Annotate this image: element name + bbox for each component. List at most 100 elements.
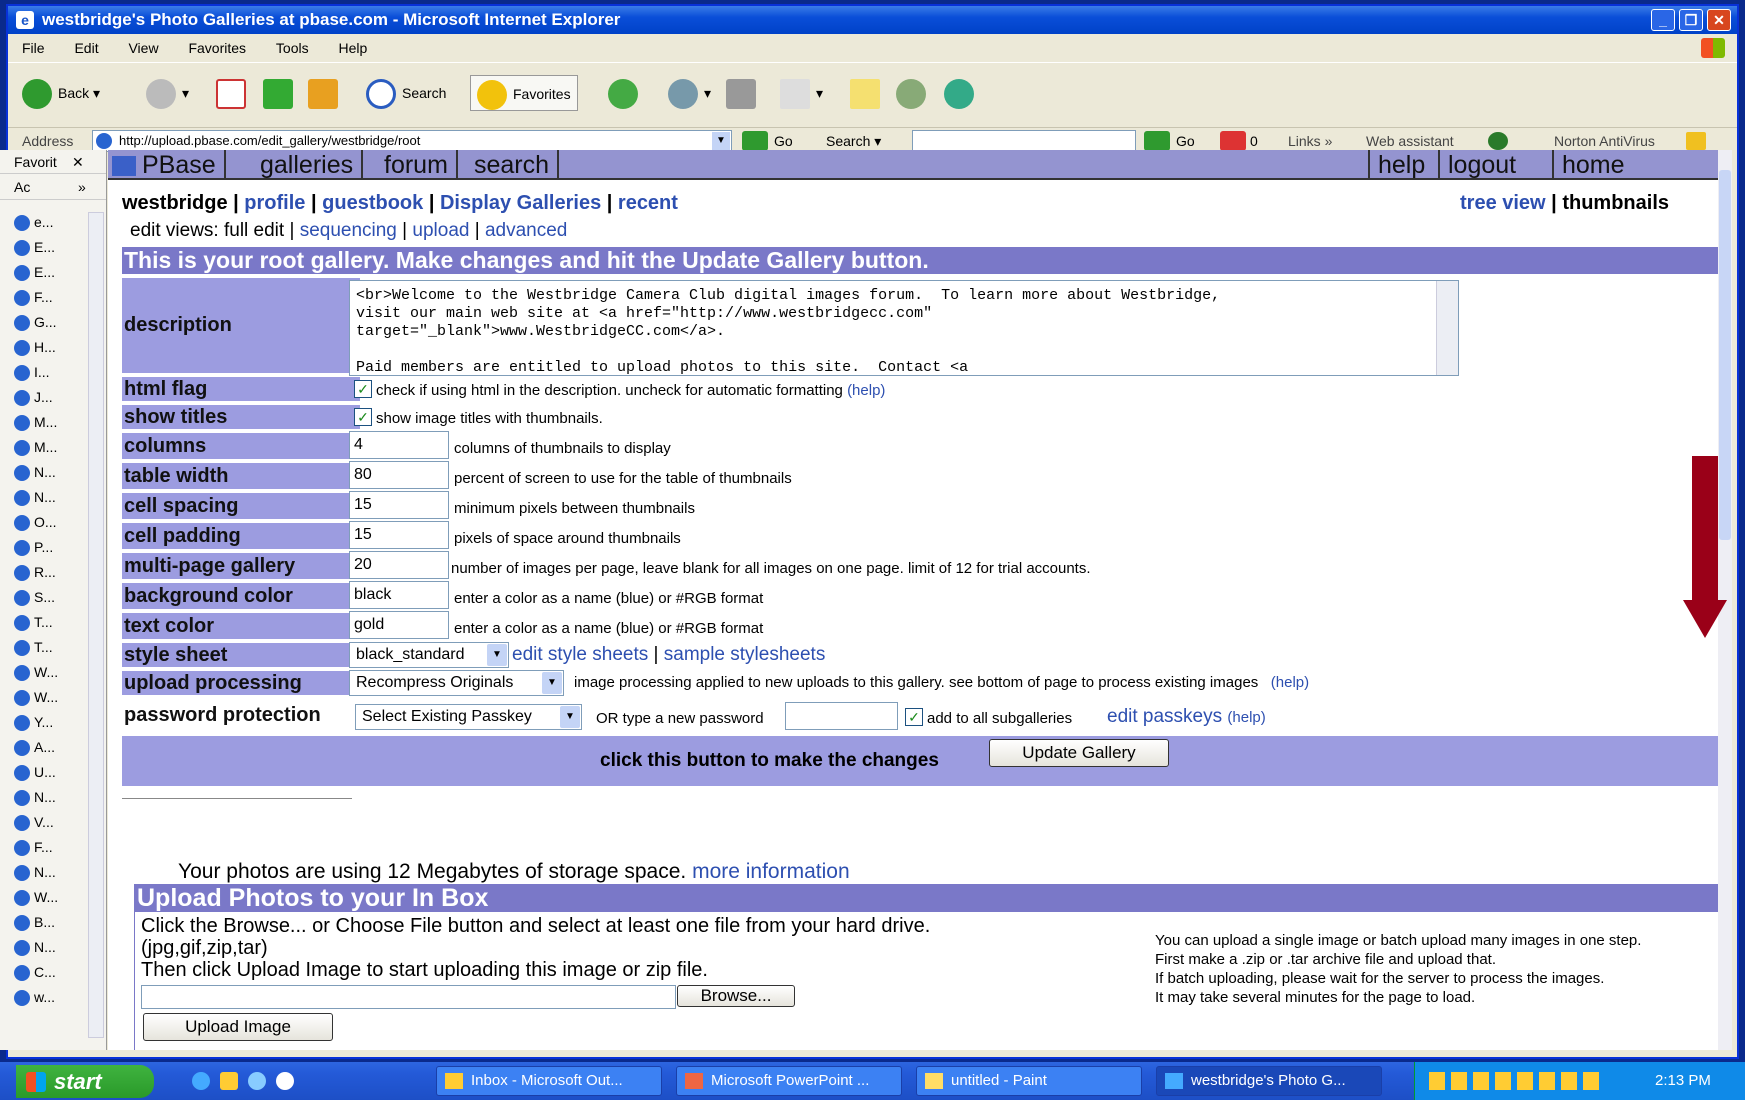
task-browser[interactable]: westbridge's Photo G... (1156, 1066, 1382, 1096)
favorite-item[interactable]: M... (14, 412, 57, 432)
favorites-add-row[interactable]: Ac » (0, 174, 106, 200)
upload-processing-select[interactable]: Recompress Originals ▼ (349, 670, 564, 696)
favorite-item[interactable]: N... (14, 487, 56, 507)
outlook-icon[interactable] (220, 1072, 238, 1090)
search-button[interactable]: Search (366, 75, 446, 111)
favorite-item[interactable]: W... (14, 887, 58, 907)
favorite-item[interactable]: W... (14, 687, 58, 707)
favorite-item[interactable]: M... (14, 437, 57, 457)
favorite-item[interactable]: A... (14, 737, 55, 757)
favorite-item[interactable]: T... (14, 637, 53, 657)
research-button[interactable] (896, 75, 932, 111)
show-titles-checkbox[interactable]: ✓ (354, 408, 372, 426)
new-password-input[interactable] (785, 702, 898, 730)
favorite-item[interactable]: W... (14, 662, 58, 682)
sample-stylesheets-link[interactable]: sample stylesheets (664, 644, 826, 665)
file-path-input[interactable] (141, 985, 676, 1009)
sequencing-link[interactable]: sequencing (300, 220, 397, 241)
profile-link[interactable]: profile (244, 192, 305, 214)
html-flag-checkbox[interactable]: ✓ (354, 380, 372, 398)
globe-icon[interactable] (1488, 132, 1508, 150)
favorite-item[interactable]: N... (14, 787, 56, 807)
description-textarea[interactable]: <br>Welcome to the Westbridge Camera Clu… (349, 280, 1459, 376)
style-sheet-select[interactable]: black_standard ▼ (349, 642, 509, 668)
recent-link[interactable]: recent (618, 192, 678, 214)
upload-processing-help-link[interactable]: (help) (1271, 674, 1309, 691)
print-button[interactable] (726, 75, 762, 111)
favorites-scrollbar[interactable] (88, 212, 104, 1038)
back-button[interactable]: Back ▾ (22, 75, 100, 111)
password-help-link[interactable]: (help) (1227, 709, 1265, 726)
html-flag-help-link[interactable]: (help) (847, 382, 885, 399)
favorite-item[interactable]: P... (14, 537, 53, 557)
stop-button[interactable] (216, 75, 252, 111)
task-powerpoint[interactable]: Microsoft PowerPoint ... (676, 1066, 902, 1096)
home-button[interactable] (308, 75, 344, 111)
menu-edit[interactable]: Edit (74, 40, 98, 56)
minimize-button[interactable]: _ (1651, 9, 1675, 31)
favorite-item[interactable]: C... (14, 962, 56, 982)
forward-button[interactable]: ▾ (146, 75, 189, 111)
favorite-item[interactable]: U... (14, 762, 56, 782)
tree-view-link[interactable]: tree view (1460, 192, 1546, 214)
task-outlook[interactable]: Inbox - Microsoft Out... (436, 1066, 662, 1096)
nav-search[interactable]: search (466, 150, 560, 180)
favorite-item[interactable]: O... (14, 512, 57, 532)
norton-icon[interactable] (1686, 132, 1706, 150)
advanced-link[interactable]: advanced (485, 220, 567, 241)
display-galleries-link[interactable]: Display Galleries (440, 192, 601, 214)
text-color-input[interactable]: gold (349, 611, 449, 639)
columns-input[interactable]: 4 (349, 431, 449, 459)
browse-button[interactable]: Browse... (677, 985, 795, 1007)
discuss-button[interactable] (850, 75, 886, 111)
ie-icon[interactable] (192, 1072, 210, 1090)
update-gallery-button[interactable]: Update Gallery (989, 739, 1169, 767)
menu-help[interactable]: Help (339, 40, 368, 56)
close-button[interactable]: ✕ (1707, 9, 1731, 31)
media-button[interactable] (608, 75, 644, 111)
favorites-button[interactable]: Favorites (470, 75, 578, 111)
favorite-item[interactable]: N... (14, 462, 56, 482)
refresh-button[interactable] (263, 75, 299, 111)
edit-word-button[interactable]: ▾ (780, 75, 823, 111)
address-dropdown-icon[interactable]: ▼ (712, 132, 730, 150)
background-color-input[interactable]: black (349, 581, 449, 609)
mail-button[interactable]: ▾ (668, 75, 711, 111)
favorite-item[interactable]: G... (14, 312, 57, 332)
edit-style-sheets-link[interactable]: edit style sheets (512, 644, 648, 665)
menu-view[interactable]: View (128, 40, 158, 56)
start-button[interactable]: start (16, 1065, 154, 1098)
tray-icons[interactable] (1429, 1072, 1599, 1090)
nav-forum[interactable]: forum (376, 150, 458, 180)
search-box[interactable] (912, 130, 1136, 152)
nav-help[interactable]: help (1368, 150, 1433, 180)
subgalleries-checkbox[interactable]: ✓ (905, 708, 923, 726)
messenger-button[interactable] (944, 75, 980, 111)
desktop-icon[interactable] (248, 1072, 266, 1090)
favorite-item[interactable]: F... (14, 287, 53, 307)
menu-tools[interactable]: Tools (276, 40, 309, 56)
cell-padding-input[interactable]: 15 (349, 521, 449, 549)
menu-favorites[interactable]: Favorites (188, 40, 246, 56)
multi-page-input[interactable]: 20 (349, 551, 449, 579)
favorite-item[interactable]: E... (14, 262, 55, 282)
favorite-item[interactable]: R... (14, 562, 56, 582)
nav-home[interactable]: home (1552, 150, 1633, 180)
favorite-item[interactable]: H... (14, 337, 56, 357)
scrollbar-thumb[interactable] (1719, 170, 1731, 540)
favorite-item[interactable]: N... (14, 937, 56, 957)
task-paint[interactable]: untitled - Paint (916, 1066, 1142, 1096)
address-input[interactable]: http://upload.pbase.com/edit_gallery/wes… (92, 130, 732, 152)
upload-image-button[interactable]: Upload Image (143, 1013, 333, 1041)
favorite-item[interactable]: J... (14, 387, 53, 407)
cell-spacing-input[interactable]: 15 (349, 491, 449, 519)
favorite-item[interactable]: Y... (14, 712, 53, 732)
nav-galleries[interactable]: galleries (252, 150, 364, 180)
favorites-close-icon[interactable]: ✕ (72, 150, 84, 174)
favorite-item[interactable]: V... (14, 812, 54, 832)
description-scrollbar[interactable] (1436, 281, 1458, 375)
favorite-item[interactable]: I... (14, 362, 50, 382)
go2-arrow-icon[interactable] (1144, 131, 1170, 151)
favorite-item[interactable]: B... (14, 912, 55, 932)
maximize-button[interactable]: ❐ (1679, 9, 1703, 31)
